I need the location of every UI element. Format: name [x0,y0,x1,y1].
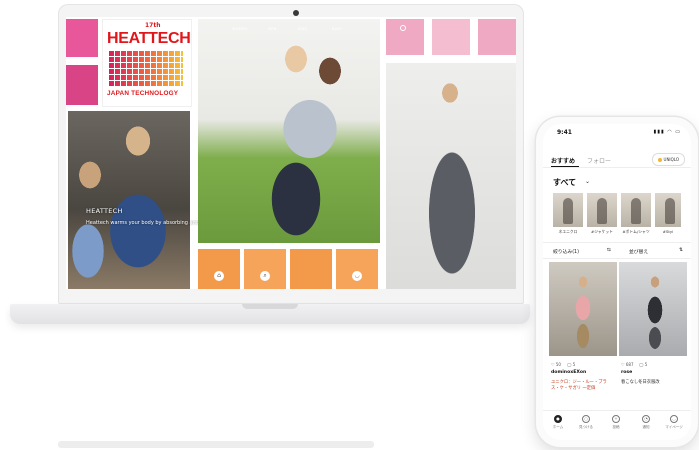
post-caption: 春こなし冬日衣服改 [621,380,660,385]
category-thumb[interactable] [621,193,651,227]
tabbar-item-discover[interactable]: ○ 見つける [575,415,597,430]
color-tile [290,249,332,289]
brand-chip[interactable]: UNIQLO [651,153,685,166]
heattech-superscript: 17th [145,22,161,29]
laptop-screen: 17th HEATTECH JAPAN TECHNOLOGY HEATTECH … [66,17,516,289]
brand-dot-icon [657,158,662,162]
laptop-camera-icon [293,10,299,16]
home-icon: ● [554,415,562,423]
person-icon: ◡ [670,415,678,423]
heattech-logo-card[interactable]: 17th HEATTECH JAPAN TECHNOLOGY [102,19,192,107]
home-icon[interactable]: ⌂ [214,271,224,281]
post-caption: ユニクロ：ジー・ルー・ブラス・ケ・サガリ 一定価 [551,380,607,391]
post-likes[interactable]: ♡ 50 [551,362,561,367]
search-icon: ○ [582,415,590,423]
category-thumb-label: #Styl [662,229,674,234]
filter-button[interactable]: 絞り込み(1) [553,248,579,255]
category-thumb-label: #ボトム/シャツ [622,229,650,234]
heattech-title: HEATTECH [107,30,191,47]
tab-recommended[interactable]: おすすめ [551,156,575,165]
tabbar-item-mypage[interactable]: ◡ マイページ [663,415,685,430]
floor-shadow [58,441,374,448]
post-photo[interactable] [549,262,617,356]
phone-screen: 9:41 ▮▮▮ ◠ ▭ おすすめ フォロー UNIQLO すべて ⌄ ネユニク… [543,124,691,440]
divider [543,242,691,243]
nav-link-men[interactable]: MEN [268,27,276,31]
tabbar-item-home[interactable]: ● ホーム [547,415,569,430]
category-thumb-label: ネユニクロ [558,229,578,234]
category-thumb[interactable] [655,193,681,227]
sort-button[interactable]: 並び替え [629,248,648,255]
category-thumb-label: #ジャケット [591,229,613,234]
divider [543,258,691,259]
post-icon: ＋ [612,415,620,423]
status-bar: 9:41 ▮▮▮ ◠ ▭ [543,124,691,142]
tabbar-item-post[interactable]: ＋ 投稿 [605,415,627,430]
tabbar-label: ホーム [552,425,564,429]
color-tile [478,19,516,55]
color-tile: ⌂ [198,249,240,289]
color-tile [432,19,470,55]
tabbar-label: 投稿 [612,425,620,429]
woman-coat-photo[interactable] [386,63,516,289]
bell-icon: ◔ [642,415,650,423]
nav-link-women[interactable]: WOMEN [232,27,247,31]
color-tile [66,65,98,105]
color-tile: ◡ [336,249,378,289]
category-thumb[interactable] [553,193,583,227]
account-icon[interactable]: ◡ [352,271,362,281]
post-username[interactable]: dominoxEXon [551,370,586,375]
heattech-subtitle: JAPAN TECHNOLOGY [107,90,179,97]
nav-link-kids[interactable]: KIDS [298,27,307,31]
category-thumbs: ネユニクロ #ジャケット #ボトム/シャツ #Styl [553,193,691,237]
tabbar-label: 通知 [642,425,650,429]
couple-photo[interactable]: WOMEN MEN KIDS BABY [198,19,380,243]
brand-chip-label: UNIQLO [663,157,679,162]
nav-link-baby[interactable]: BABY [332,27,342,31]
chevron-down-icon[interactable]: ⌄ [585,178,590,185]
status-time: 9:41 [557,129,572,136]
sort-icon[interactable]: ⇅ [679,248,683,253]
divider [543,167,691,168]
post-photo[interactable] [619,262,687,356]
tabbar-label: マイページ [665,425,683,429]
section-title[interactable]: すべて [553,177,576,188]
cafe-photo[interactable]: HEATTECH [68,111,190,289]
color-tile [66,19,98,57]
menu-icon[interactable] [400,25,406,31]
category-thumb[interactable] [587,193,617,227]
overlay-title: HEATTECH [86,207,123,215]
post-comments[interactable]: ◯ 5 [639,362,647,367]
laptop-base [10,304,530,324]
heattech-pattern [109,50,183,86]
color-tile [386,19,424,55]
bottom-tab-bar: ● ホーム ○ 見つける ＋ 投稿 ◔ 通知 ◡ マイページ [543,410,691,440]
swap-icon[interactable]: ⇆ [607,248,611,253]
search-icon[interactable]: ⌕ [260,271,270,281]
tabbar-item-notifications[interactable]: ◔ 通知 [635,415,657,430]
color-tile: ⌕ [244,249,286,289]
phone-device: 9:41 ▮▮▮ ◠ ▭ おすすめ フォロー UNIQLO すべて ⌄ ネユニク… [536,117,698,447]
laptop-notch [242,304,298,309]
post-comments[interactable]: ◯ 5 [567,362,575,367]
tab-following[interactable]: フォロー [587,156,611,165]
tabbar-label: 見つける [579,425,593,429]
status-icons: ▮▮▮ ◠ ▭ [653,129,681,135]
post-likes[interactable]: ♡ 687 [621,362,634,367]
post-username[interactable]: rose [621,370,632,375]
